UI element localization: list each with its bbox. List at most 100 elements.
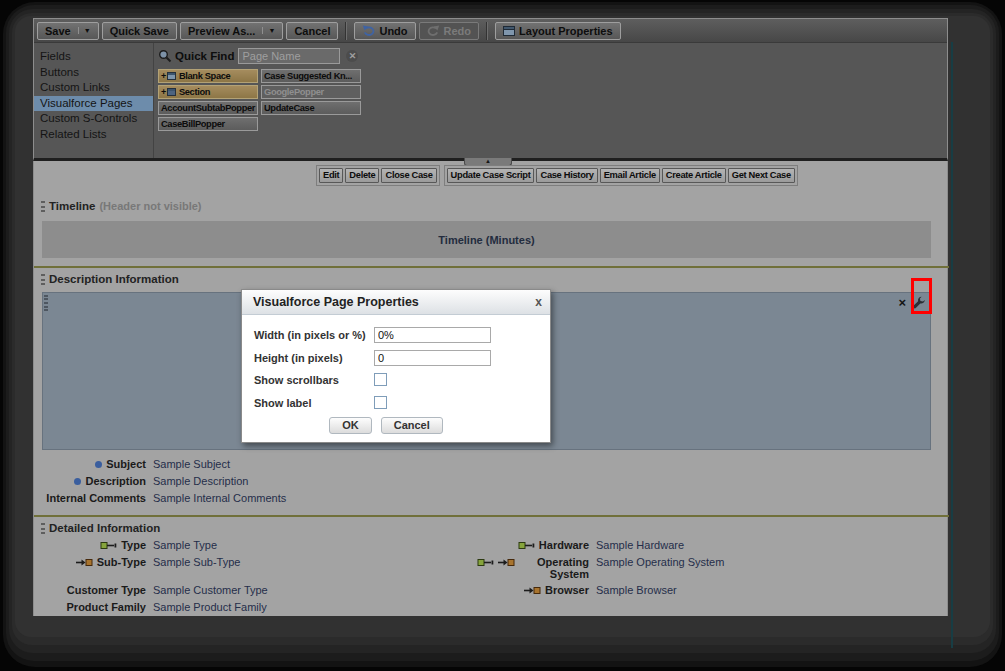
dialog-field-label: Show scrollbars — [254, 374, 374, 386]
layout-properties-button[interactable]: Layout Properties — [495, 22, 621, 40]
palette-item-updatecase[interactable]: UpdateCase — [261, 101, 361, 115]
palette-category-visualforce-pages[interactable]: Visualforce Pages — [34, 96, 153, 112]
field-row-operating-system[interactable]: Operating SystemSample Operating System — [414, 556, 724, 584]
drag-handle-icon[interactable] — [41, 274, 45, 285]
dropdown-caret-icon: ▼ — [78, 27, 91, 34]
section-title: Detailed Information — [49, 522, 160, 534]
show-scrollbars-checkbox[interactable] — [374, 373, 387, 386]
button-group: Update Case ScriptCase HistoryEmail Arti… — [444, 165, 798, 186]
drag-handle-icon[interactable] — [44, 295, 48, 311]
field-label: Description — [85, 475, 146, 487]
quick-save-button[interactable]: Quick Save — [102, 22, 177, 40]
cancel-button[interactable]: Cancel — [381, 417, 443, 434]
controlling-field-icon — [518, 541, 535, 550]
field-row-description[interactable]: Description Sample Description — [42, 475, 286, 492]
blank-space-icon — [167, 72, 176, 80]
palette-category-custom-s-controls[interactable]: Custom S-Controls — [34, 111, 153, 127]
palette-item-casebillpopper[interactable]: CaseBillPopper — [158, 117, 258, 131]
section-divider — [34, 266, 949, 268]
edit-button[interactable]: Edit — [319, 168, 343, 183]
email-article-button[interactable]: Email Article — [600, 168, 660, 183]
dropdown-caret-icon: ▼ — [262, 27, 275, 34]
button-group: EditDeleteClose Case — [316, 165, 440, 186]
field-row-product-family[interactable]: Product FamilySample Product Family — [42, 601, 268, 618]
controlling-field-icon — [477, 558, 494, 567]
field-sample-value: Sample Sub-Type — [153, 556, 240, 569]
required-field-icon — [95, 461, 102, 468]
update-case-script-button[interactable]: Update Case Script — [447, 168, 535, 183]
show-label-checkbox[interactable] — [374, 396, 387, 409]
quick-find-input[interactable] — [238, 48, 340, 64]
dialog-header: Visualforce Page Properties x — [242, 290, 550, 315]
dependent-field-icon — [524, 586, 541, 595]
dialog-field-show-label: Show label — [254, 396, 540, 409]
undo-icon — [362, 25, 375, 36]
field-sample-value: Sample Subject — [153, 458, 230, 471]
toolbar: Save▼Quick SavePreview As...▼CancelUndoR… — [34, 19, 947, 43]
field-row-type[interactable]: TypeSample Type — [42, 539, 268, 556]
section-title: Description Information — [49, 273, 179, 285]
field-row-internal-comments[interactable]: Internal CommentsSample Internal Comment… — [42, 492, 286, 509]
dialog-field-label: Show label — [254, 397, 374, 409]
clear-search-icon[interactable]: ✕ — [346, 50, 358, 62]
field-row-sub-type[interactable]: Sub-Type Sample Sub-Type — [42, 556, 268, 573]
field-row-customer-type[interactable]: Customer Type Sample Customer Type — [42, 584, 268, 601]
palette-category-custom-links[interactable]: Custom Links — [34, 80, 153, 96]
dialog-field-show-scrollbars: Show scrollbars — [254, 373, 540, 386]
dialog-buttons: OK Cancel — [242, 417, 530, 434]
field-row-subject[interactable]: SubjectSample Subject — [42, 458, 286, 475]
field-sample-value: Sample Description — [153, 475, 248, 488]
palette-category-related-lists[interactable]: Related Lists — [34, 127, 153, 143]
save-button[interactable]: Save▼ — [37, 22, 99, 40]
section-header-detailed: Detailed Information — [41, 522, 160, 534]
case-history-button[interactable]: Case History — [536, 168, 597, 183]
description-fields: SubjectSample SubjectDescription Sample D… — [42, 458, 286, 509]
vf-properties-dialog: Visualforce Page Properties x Show label… — [241, 289, 551, 443]
dialog-field-width-in-pixels-or: Width (in pixels or %) — [254, 327, 540, 343]
dialog-field-label: Height (in pixels) — [254, 352, 374, 364]
field-sample-value: Sample Customer Type — [153, 584, 268, 597]
search-icon — [158, 49, 172, 63]
field-label: Sub-Type — [97, 556, 146, 568]
annotation-highlight — [911, 278, 932, 314]
get-next-case-button[interactable]: Get Next Case — [728, 168, 795, 183]
field-label: Type — [121, 539, 146, 551]
dependent-field-icon — [498, 558, 515, 567]
remove-element-icon[interactable]: × — [898, 296, 906, 309]
palette-item-case-suggested-kn[interactable]: Case Suggested Kn... — [261, 69, 361, 83]
palette-item-blank-space[interactable]: +Blank Space — [158, 69, 258, 83]
cancel-button[interactable]: Cancel — [286, 22, 338, 40]
section-header-timeline: Timeline (Header not visible) — [41, 200, 202, 212]
close-case-button[interactable]: Close Case — [381, 168, 436, 183]
palette-category-buttons[interactable]: Buttons — [34, 65, 153, 81]
field-row-hardware[interactable]: HardwareSample Hardware — [414, 539, 724, 556]
field-sample-value: Sample Product Family — [153, 601, 267, 614]
field-sample-value: Sample Operating System — [596, 556, 724, 569]
controlling-field-icon — [100, 541, 117, 550]
action-buttons: EditDeleteClose CaseUpdate Case ScriptCa… — [316, 165, 798, 186]
detailed-fields-right: HardwareSample HardwareOperating SystemS… — [414, 539, 724, 601]
toolbar-separator — [345, 22, 347, 40]
field-sample-value: Sample Internal Comments — [153, 492, 286, 505]
ok-button[interactable]: OK — [329, 417, 372, 434]
undo-button[interactable]: Undo — [354, 22, 415, 40]
height-in-pixels-input[interactable] — [374, 350, 491, 366]
palette-panel: Save▼Quick SavePreview As...▼Cancel Undo R… — [33, 18, 948, 161]
drag-handle-icon[interactable] — [41, 523, 45, 534]
width-in-pixels-or-input[interactable] — [374, 327, 491, 343]
drag-handle-icon[interactable] — [41, 201, 45, 212]
quick-find-label: Quick Find — [175, 50, 234, 62]
dialog-close-icon[interactable]: x — [535, 295, 542, 309]
field-label: Customer Type — [67, 584, 146, 596]
palette-item-section[interactable]: +Section — [158, 85, 258, 99]
layout-editor-window: Save▼Quick SavePreview As...▼CancelUndoR… — [33, 18, 948, 616]
create-article-button[interactable]: Create Article — [662, 168, 726, 183]
palette-item-accountsubtabpopper[interactable]: AccountSubtabPopper — [158, 101, 258, 115]
delete-button[interactable]: Delete — [345, 168, 379, 183]
timeline-element[interactable]: Timeline (Minutes) — [42, 221, 931, 258]
field-sample-value: Sample Browser — [596, 584, 677, 597]
palette-category-fields[interactable]: Fields — [34, 49, 153, 65]
field-row-browser[interactable]: BrowserSample Browser — [414, 584, 724, 601]
preview-as-button[interactable]: Preview As...▼ — [180, 22, 283, 40]
field-sample-value: Sample Hardware — [596, 539, 684, 552]
